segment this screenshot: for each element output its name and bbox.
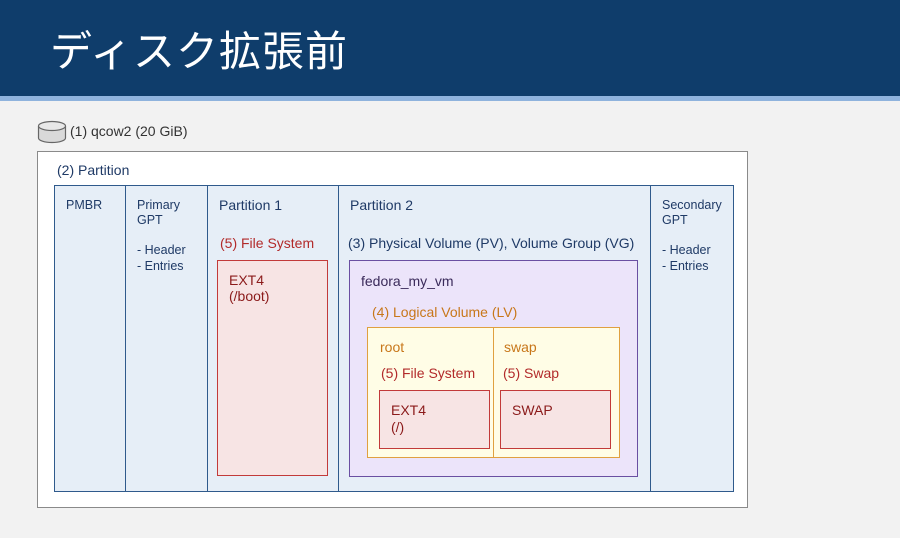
divider-primary-gpt [207,185,208,492]
partition1-label: Partition 1 [219,197,283,213]
secondary-gpt-title-line2: GPT [662,213,688,227]
secondary-gpt-entries-item: - Entries [662,259,709,273]
disk-cylinder-icon [37,120,67,144]
secondary-gpt-title-line1: Secondary [662,198,722,212]
divider-partition1 [338,185,339,492]
page-title: ディスク拡張前 [50,27,349,76]
title-bar-stripe [0,96,900,101]
vg-name: fedora_my_vm [361,273,454,289]
root-fs-mount: (/) [391,419,405,435]
partition-label: (2) Partition [57,162,130,178]
root-fs-type: EXT4 [391,402,427,418]
disk-label: (1) qcow2 (20 GiB) [70,123,188,139]
swap-fs-type: SWAP [512,402,553,418]
swap-filesystem-box [500,390,611,449]
primary-gpt-header-item: - Header [137,243,186,257]
pv-vg-label: (3) Physical Volume (PV), Volume Group (… [348,235,635,251]
primary-gpt-entries-item: - Entries [137,259,184,273]
partition2-label: Partition 2 [350,197,414,213]
swap-fs-label: (5) Swap [503,365,560,381]
boot-fs-mount: (/boot) [229,288,270,304]
divider-partition2 [650,185,651,492]
lv-root-name: root [380,339,405,355]
divider-pmbr [125,185,126,492]
secondary-gpt-header-item: - Header [662,243,711,257]
partition1-fs-label: (5) File System [220,235,315,251]
root-fs-label: (5) File System [381,365,476,381]
pmbr-label: PMBR [66,198,103,212]
primary-gpt-title-line2: GPT [137,213,163,227]
primary-gpt-title-line1: Primary [137,198,181,212]
boot-fs-type: EXT4 [229,272,265,288]
lv-label: (4) Logical Volume (LV) [372,304,518,320]
lv-swap-name: swap [504,339,537,355]
logical-volume-divider [493,327,494,458]
